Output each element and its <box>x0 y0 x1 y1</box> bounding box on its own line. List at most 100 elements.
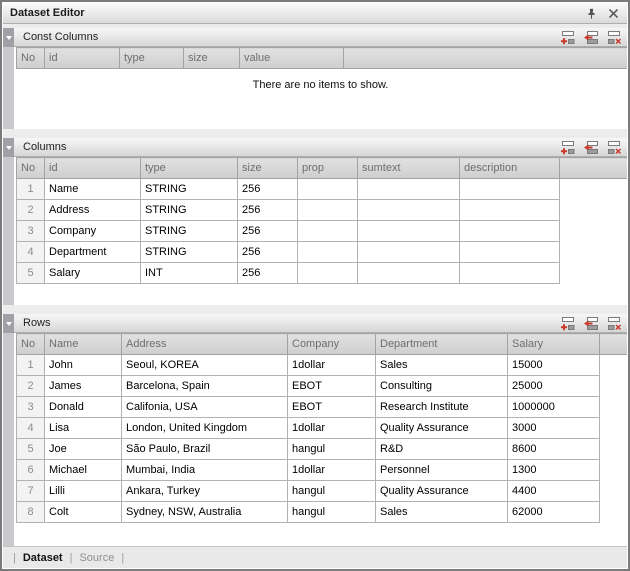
cell-company[interactable]: EBOT <box>288 376 376 397</box>
columns-header-sumtext[interactable]: sumtext <box>358 158 460 179</box>
rows-header-no[interactable]: No <box>17 334 45 355</box>
cell-company[interactable]: 1dollar <box>288 460 376 481</box>
cell-name[interactable]: Colt <box>45 502 122 523</box>
cell-salary[interactable]: 15000 <box>508 355 600 376</box>
cell-id[interactable]: Address <box>45 200 141 221</box>
cell-salary[interactable]: 3000 <box>508 418 600 439</box>
pin-button[interactable] <box>584 6 599 21</box>
row-number-cell[interactable]: 4 <box>17 418 45 439</box>
cell-prop[interactable] <box>298 200 358 221</box>
cell-description[interactable] <box>460 200 560 221</box>
rows-header-company[interactable]: Company <box>288 334 376 355</box>
cell-prop[interactable] <box>298 221 358 242</box>
row-number-cell[interactable]: 2 <box>17 200 45 221</box>
columns-delete-item-button[interactable] <box>605 140 622 155</box>
columns-insert-item-button[interactable] <box>582 140 599 155</box>
cell-salary[interactable]: 25000 <box>508 376 600 397</box>
rows-header-address[interactable]: Address <box>122 334 288 355</box>
tab-dataset[interactable]: Dataset <box>21 552 65 564</box>
rows-insert-item-button[interactable] <box>582 316 599 331</box>
cell-salary[interactable]: 8600 <box>508 439 600 460</box>
const-columns-insert-item-button[interactable] <box>582 30 599 45</box>
cell-description[interactable] <box>460 263 560 284</box>
cell-salary[interactable]: 1000000 <box>508 397 600 418</box>
cell-size[interactable]: 256 <box>238 179 298 200</box>
cell-id[interactable]: Company <box>45 221 141 242</box>
cell-name[interactable]: Lilli <box>45 481 122 502</box>
const-columns-delete-item-button[interactable] <box>605 30 622 45</box>
cell-name[interactable]: Donald <box>45 397 122 418</box>
tab-source[interactable]: Source <box>77 552 116 564</box>
cell-type[interactable]: STRING <box>141 221 238 242</box>
cell-description[interactable] <box>460 221 560 242</box>
cell-sumtext[interactable] <box>358 221 460 242</box>
row-number-cell[interactable]: 5 <box>17 263 45 284</box>
cell-name[interactable]: John <box>45 355 122 376</box>
const-col-header-no[interactable]: No <box>17 48 45 69</box>
columns-header-type[interactable]: type <box>141 158 238 179</box>
cell-address[interactable]: Sydney, NSW, Australia <box>122 502 288 523</box>
cell-name[interactable]: Michael <box>45 460 122 481</box>
rows-delete-item-button[interactable] <box>605 316 622 331</box>
cell-sumtext[interactable] <box>358 200 460 221</box>
cell-department[interactable]: Consulting <box>376 376 508 397</box>
cell-name[interactable]: Lisa <box>45 418 122 439</box>
rows-header-salary[interactable]: Salary <box>508 334 600 355</box>
cell-department[interactable]: Sales <box>376 502 508 523</box>
cell-sumtext[interactable] <box>358 242 460 263</box>
row-number-cell[interactable]: 6 <box>17 460 45 481</box>
cell-id[interactable]: Name <box>45 179 141 200</box>
cell-company[interactable]: EBOT <box>288 397 376 418</box>
cell-salary[interactable]: 4400 <box>508 481 600 502</box>
cell-sumtext[interactable] <box>358 179 460 200</box>
columns-header-description[interactable]: description <box>460 158 560 179</box>
row-number-cell[interactable]: 2 <box>17 376 45 397</box>
const-columns-add-item-button[interactable] <box>559 30 576 45</box>
cell-salary[interactable]: 1300 <box>508 460 600 481</box>
cell-department[interactable]: Research Institute <box>376 397 508 418</box>
cell-sumtext[interactable] <box>358 263 460 284</box>
cell-department[interactable]: Sales <box>376 355 508 376</box>
row-number-cell[interactable]: 3 <box>17 397 45 418</box>
cell-prop[interactable] <box>298 263 358 284</box>
row-number-cell[interactable]: 5 <box>17 439 45 460</box>
const-col-header-type[interactable]: type <box>120 48 184 69</box>
cell-name[interactable]: James <box>45 376 122 397</box>
cell-type[interactable]: STRING <box>141 242 238 263</box>
columns-add-item-button[interactable] <box>559 140 576 155</box>
cell-size[interactable]: 256 <box>238 221 298 242</box>
cell-id[interactable]: Department <box>45 242 141 263</box>
row-number-cell[interactable]: 3 <box>17 221 45 242</box>
rows-add-item-button[interactable] <box>559 316 576 331</box>
cell-address[interactable]: Seoul, KOREA <box>122 355 288 376</box>
cell-address[interactable]: Ankara, Turkey <box>122 481 288 502</box>
cell-size[interactable]: 256 <box>238 263 298 284</box>
cell-address[interactable]: São Paulo, Brazil <box>122 439 288 460</box>
cell-prop[interactable] <box>298 242 358 263</box>
const-col-header-value[interactable]: value <box>240 48 344 69</box>
cell-size[interactable]: 256 <box>238 242 298 263</box>
cell-salary[interactable]: 62000 <box>508 502 600 523</box>
columns-header-id[interactable]: id <box>45 158 141 179</box>
cell-description[interactable] <box>460 179 560 200</box>
cell-company[interactable]: hangul <box>288 439 376 460</box>
cell-prop[interactable] <box>298 179 358 200</box>
cell-company[interactable]: 1dollar <box>288 418 376 439</box>
cell-type[interactable]: STRING <box>141 200 238 221</box>
cell-department[interactable]: Quality Assurance <box>376 481 508 502</box>
row-number-cell[interactable]: 7 <box>17 481 45 502</box>
close-button[interactable] <box>606 6 621 21</box>
cell-address[interactable]: Mumbai, India <box>122 460 288 481</box>
const-col-header-id[interactable]: id <box>45 48 120 69</box>
cell-type[interactable]: INT <box>141 263 238 284</box>
cell-address[interactable]: Califonia, USA <box>122 397 288 418</box>
rows-header-name[interactable]: Name <box>45 334 122 355</box>
cell-department[interactable]: Quality Assurance <box>376 418 508 439</box>
row-number-cell[interactable]: 8 <box>17 502 45 523</box>
cell-address[interactable]: London, United Kingdom <box>122 418 288 439</box>
cell-company[interactable]: hangul <box>288 481 376 502</box>
cell-department[interactable]: Personnel <box>376 460 508 481</box>
columns-header-no[interactable]: No <box>17 158 45 179</box>
rows-header-department[interactable]: Department <box>376 334 508 355</box>
cell-name[interactable]: Joe <box>45 439 122 460</box>
